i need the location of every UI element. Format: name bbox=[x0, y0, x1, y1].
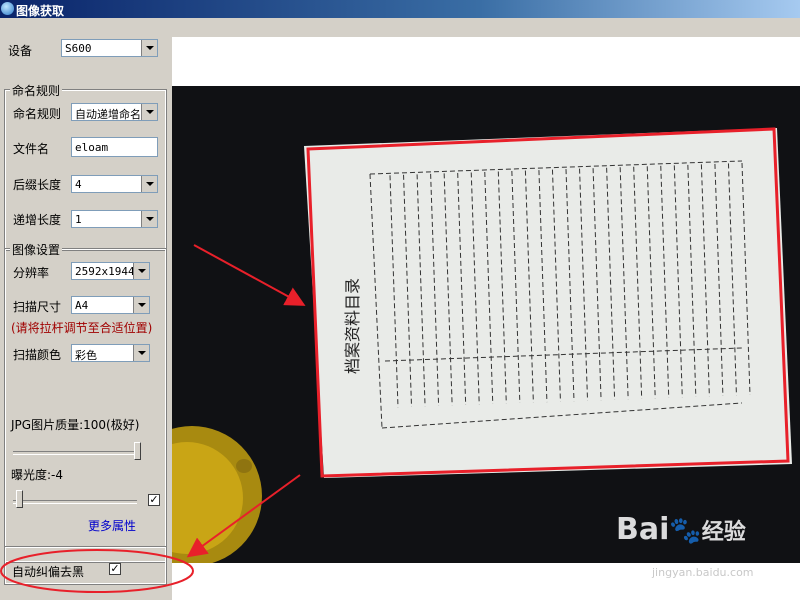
chevron-down-icon[interactable] bbox=[141, 104, 157, 120]
suffix-length-label: 后缀长度 bbox=[13, 178, 62, 192]
resolution-select[interactable]: 2592x1944 bbox=[71, 262, 150, 280]
suffix-length-select[interactable]: 4 bbox=[71, 175, 158, 193]
auto-deskew-label: 自动纠偏去黑 bbox=[12, 565, 85, 579]
more-properties-link[interactable]: 更多属性 bbox=[88, 517, 136, 534]
device-value: S600 bbox=[65, 42, 92, 55]
jpg-quality-label: JPG图片质量:100(极好) bbox=[11, 418, 140, 432]
image-settings-group-title: 图像设置 bbox=[10, 241, 63, 258]
window-title: 图像获取 bbox=[16, 4, 65, 18]
exposure-slider[interactable] bbox=[13, 500, 137, 504]
chevron-down-icon[interactable] bbox=[133, 263, 149, 279]
annotation-layer bbox=[306, 127, 790, 478]
increment-length-value: 1 bbox=[75, 213, 82, 226]
device-label: 设备 bbox=[8, 44, 33, 58]
app-icon bbox=[1, 2, 14, 15]
chevron-down-icon[interactable] bbox=[141, 176, 157, 192]
resolution-label: 分辨率 bbox=[13, 266, 50, 280]
baidu-watermark: Bai🐾经验 bbox=[616, 512, 746, 547]
naming-rule-label: 命名规则 bbox=[13, 107, 62, 121]
jpg-quality-slider-thumb[interactable] bbox=[134, 442, 141, 460]
chevron-down-icon[interactable] bbox=[141, 211, 157, 227]
scan-size-value: A4 bbox=[75, 299, 89, 312]
chevron-down-icon[interactable] bbox=[133, 345, 149, 361]
scan-size-hint: (请将拉杆调节至合适位置) bbox=[11, 321, 153, 335]
scan-size-label: 扫描尺寸 bbox=[13, 300, 62, 314]
settings-panel: 设备 S600 命名规则 命名规则 自动递增命名 文件名 后缀长度 4 递增长度… bbox=[0, 18, 168, 600]
chevron-down-icon[interactable] bbox=[141, 40, 157, 56]
exposure-auto-checkbox[interactable]: ✓ bbox=[148, 494, 160, 506]
watermark-url: jingyan.baidu.com bbox=[652, 566, 754, 579]
exposure-label: 曝光度:-4 bbox=[11, 468, 64, 482]
auto-deskew-checkbox[interactable]: ✓ bbox=[109, 563, 121, 575]
filename-input[interactable] bbox=[72, 138, 157, 156]
scan-color-select[interactable]: 彩色 bbox=[71, 344, 150, 362]
resolution-value: 2592x1944 bbox=[75, 265, 135, 278]
detection-box bbox=[306, 127, 790, 478]
naming-rule-value: 自动递增命名 bbox=[75, 108, 141, 121]
naming-rule-select[interactable]: 自动递增命名 bbox=[71, 103, 158, 121]
camera-feed: 档案资料目录 bbox=[172, 86, 800, 563]
filename-field[interactable] bbox=[71, 137, 158, 157]
increment-length-select[interactable]: 1 bbox=[71, 210, 158, 228]
scan-color-value: 彩色 bbox=[75, 349, 97, 362]
device-select[interactable]: S600 bbox=[61, 39, 158, 57]
watermark-brand: Bai bbox=[616, 512, 670, 547]
jpg-quality-slider[interactable] bbox=[13, 451, 137, 455]
increment-length-label: 递增长度 bbox=[13, 213, 62, 227]
watermark-suffix: 经验 bbox=[701, 520, 746, 545]
filename-label: 文件名 bbox=[13, 142, 50, 156]
paw-icon: 🐾 bbox=[669, 516, 702, 546]
title-bar: 图像获取 bbox=[0, 0, 800, 18]
scan-size-select[interactable]: A4 bbox=[71, 296, 150, 314]
chevron-down-icon[interactable] bbox=[133, 297, 149, 313]
naming-group-title: 命名规则 bbox=[10, 82, 63, 99]
exposure-slider-thumb[interactable] bbox=[16, 490, 24, 508]
scan-color-label: 扫描颜色 bbox=[13, 348, 62, 362]
suffix-length-value: 4 bbox=[75, 178, 82, 191]
